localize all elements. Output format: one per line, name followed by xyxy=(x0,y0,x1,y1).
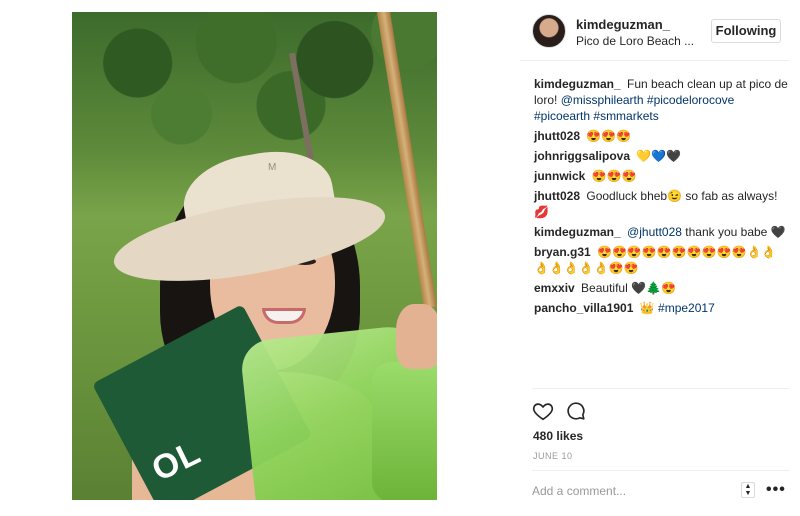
caption-tag[interactable]: @missphilearth xyxy=(561,93,644,107)
divider xyxy=(520,60,790,61)
comment-username[interactable]: junnwick xyxy=(534,169,585,183)
comment-text: 😍😍😍 xyxy=(591,169,637,183)
comment-username[interactable]: kimdeguzman_ xyxy=(534,225,621,239)
comment-text: Beautiful 🖤🌲😍 xyxy=(581,281,676,295)
comment-username[interactable]: bryan.g31 xyxy=(534,245,591,259)
comment-text: thank you babe 🖤 xyxy=(685,225,786,239)
comment-text: 👑 xyxy=(639,301,655,315)
caption: kimdeguzman_ Fun beach clean up at pico … xyxy=(534,76,789,124)
comment-item: jhutt028 Goodluck bheb😉 so fab as always… xyxy=(534,188,789,220)
header-username[interactable]: kimdeguzman_ xyxy=(576,17,670,32)
post-side-panel: kimdeguzman_ Pico de Loro Beach ... Foll… xyxy=(520,0,800,516)
comment-text: 💛💙🖤 xyxy=(636,149,682,163)
more-options-icon[interactable]: ••• xyxy=(766,480,786,500)
avatar[interactable] xyxy=(532,14,566,48)
comment-item: johnriggsalipova 💛💙🖤 xyxy=(534,148,789,164)
caption-tag[interactable]: #smmarkets xyxy=(593,109,658,123)
comment-text: 😍😍😍 xyxy=(586,129,632,143)
post-header: kimdeguzman_ Pico de Loro Beach ... Foll… xyxy=(520,8,790,58)
comment-item: junnwick 😍😍😍 xyxy=(534,168,789,184)
comment-input[interactable] xyxy=(532,480,732,502)
comment-item: emxxiv Beautiful 🖤🌲😍 xyxy=(534,280,789,296)
comment-username[interactable]: johnriggsalipova xyxy=(534,149,630,163)
comment-hashtag[interactable]: #mpe2017 xyxy=(658,301,715,315)
comment-username[interactable]: jhutt028 xyxy=(534,189,580,203)
post-date: JUNE 10 xyxy=(533,451,573,461)
header-location[interactable]: Pico de Loro Beach ... xyxy=(576,34,694,48)
caption-tag[interactable]: #picoearth xyxy=(534,109,590,123)
comment-item: pancho_villa1901 👑 #mpe2017 xyxy=(534,300,789,316)
comments-list: kimdeguzman_ Fun beach clean up at pico … xyxy=(534,76,789,320)
post-media-pane: M OL xyxy=(0,0,520,516)
comment-username[interactable]: kimdeguzman_ xyxy=(534,77,621,91)
likes-count[interactable]: 480 likes xyxy=(533,429,583,443)
comment-username[interactable]: emxxiv xyxy=(534,281,575,295)
divider xyxy=(532,388,790,389)
comment-item: bryan.g31 😍😍😍😍😍😍😍😍😍😍👌👌👌👌👌👌👌😍😍 xyxy=(534,244,789,276)
comment-username[interactable]: pancho_villa1901 xyxy=(534,301,633,315)
comment-item: kimdeguzman_ @jhutt028 thank you babe 🖤 xyxy=(534,224,789,240)
speech-bubble-icon[interactable] xyxy=(565,400,587,422)
following-button[interactable]: Following xyxy=(711,19,781,43)
comment-mention[interactable]: @jhutt028 xyxy=(627,225,682,239)
divider xyxy=(532,470,790,471)
comment-username[interactable]: jhutt028 xyxy=(534,129,580,143)
resize-handle-icon[interactable]: ▲ ▼ xyxy=(741,482,755,498)
caption-tag[interactable]: #picodelorocove xyxy=(647,93,734,107)
post-photo[interactable]: M OL xyxy=(72,12,437,500)
heart-icon[interactable] xyxy=(532,400,554,422)
comment-item: jhutt028 😍😍😍 xyxy=(534,128,789,144)
